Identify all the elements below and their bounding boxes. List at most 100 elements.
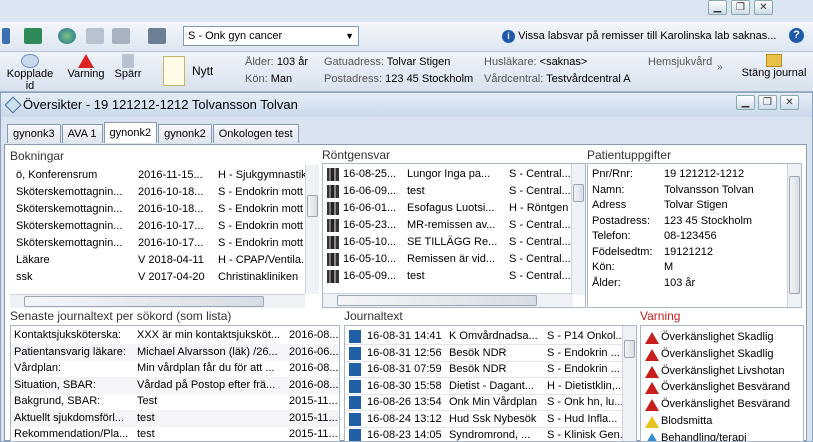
globe-icon[interactable]: [58, 28, 76, 44]
rontgen-enhet: S - Central...: [509, 270, 571, 282]
patient-info-row[interactable]: Ålder: 103 år: [588, 275, 788, 292]
bokning-row[interactable]: Sköterskemottagnin... 2016-10-17... S - En…: [10, 218, 305, 235]
rontgensvar-hscroll[interactable]: [323, 293, 573, 307]
varning-row[interactable]: !Behandling/terapi: [641, 430, 803, 441]
postadress-value: 123 45 Stockholm: [385, 73, 474, 85]
bokning-row[interactable]: Sköterskemottagnin... 2016-10-17... S - En…: [10, 235, 305, 252]
journaltext-lista-row[interactable]: Bakgrund, SBAR: Test 2015-11...: [11, 393, 339, 410]
patientuppgifter-vscroll[interactable]: [787, 164, 801, 307]
rontgensvar-row[interactable]: 16-05-10... SE TILLÄGG Re... S - Central..…: [323, 234, 573, 251]
varning-button[interactable]: Varning: [64, 54, 108, 80]
hemsjukvard-label: Hemsjukvård: [648, 56, 713, 68]
tab-ava1[interactable]: AVA 1: [61, 124, 103, 143]
bokning-row[interactable]: ssk V 2017-04-20 Christinakliniken: [10, 269, 305, 286]
bokning-row[interactable]: Läkare V 2018-04-11 H - CPAP/Ventila...: [10, 252, 306, 269]
patient-info-row[interactable]: Postadress: 123 45 Stockholm: [588, 213, 788, 230]
tab-gynonk2-active[interactable]: gynonk2: [103, 122, 158, 143]
computer-icon[interactable]: [148, 28, 166, 44]
help-button[interactable]: ?: [789, 28, 804, 43]
journaltext-lista-row[interactable]: Rekommendation/Pla... test 2015-11...: [11, 426, 339, 441]
window-minimize-button[interactable]: ▁: [736, 95, 755, 110]
restore-button[interactable]: ❐: [731, 0, 750, 15]
rontgensvar-row[interactable]: 16-06-01... Esofagus Luotsi... H - Röntgen: [323, 200, 573, 217]
window-controls: ▁ ❐ ✕: [708, 0, 773, 18]
varning-list: ! Överkänslighet Skadlig! Överkänslighet S…: [640, 325, 804, 442]
rontgensvar-vscroll[interactable]: [571, 164, 585, 295]
journaltext-row[interactable]: 16-08-31 07:59 Besök NDR S - Endokrin ...: [345, 361, 625, 378]
bokningar-vscroll[interactable]: [305, 165, 319, 294]
journaltext-row[interactable]: 16-08-26 13:54 Onk Min Vårdplan S - Onk hn…: [345, 394, 625, 411]
journal-rubrik: Dietist - Dagant...: [449, 379, 534, 392]
print-icon[interactable]: [112, 28, 130, 44]
journaltext-vscroll[interactable]: [622, 326, 636, 441]
kopplade-id-button[interactable]: Kopplade id: [2, 54, 58, 92]
rontgensvar-row[interactable]: 16-05-09... test S - Central...: [323, 268, 573, 285]
journal-datum: 16-08-26 13:54: [367, 396, 442, 408]
tab-gynonk2[interactable]: gynonk2: [158, 124, 212, 143]
clinic-select[interactable]: S - Onk gyn cancer ▼: [183, 26, 359, 46]
journal-datum: 16-08-31 07:59: [367, 363, 442, 375]
tab-onkologen-test[interactable]: Onkologen test: [212, 124, 299, 143]
journaltext-row[interactable]: 16-08-30 15:58 Dietist - Dagant... H - Die…: [345, 378, 625, 395]
tab-gynonk3[interactable]: gynonk3: [7, 124, 61, 143]
person-icon[interactable]: [24, 28, 42, 44]
xray-icon: [327, 185, 339, 198]
lock-icon: [122, 54, 134, 68]
new-note-icon[interactable]: [163, 56, 185, 86]
rontgensvar-row[interactable]: 16-05-23... MR-remissen av... S - Central.…: [323, 217, 573, 234]
journaltext-row[interactable]: 16-08-23 14:05 Syndromrond, ... S - Klinis…: [345, 427, 627, 441]
journaltext-lista-row[interactable]: Aktuellt sjukdomsförl... test 2015-11...: [11, 409, 339, 427]
tab-content: Bokningar ö, Konferensrum 2016-11-15... H …: [4, 144, 807, 442]
journal-icon: [349, 363, 361, 376]
varning-row[interactable]: ! Överkänslighet Besvärand: [641, 396, 803, 413]
rontgensvar-row[interactable]: 16-05-10... Remissen är vid... S - Central…: [323, 251, 573, 268]
patient-info-row[interactable]: Telefon: 08-123456: [588, 228, 788, 245]
expand-chevron-icon[interactable]: »: [717, 62, 723, 73]
folder-icon: [766, 54, 782, 67]
varning-label: Blodsmitta: [661, 415, 713, 427]
journaltext-lista-row[interactable]: Situation, SBAR: Vårdad på Postop efter f…: [11, 376, 339, 394]
nytt-button[interactable]: Nytt: [192, 64, 213, 78]
patient-info-row[interactable]: Adress Tolvar Stigen: [588, 197, 788, 214]
minimize-button[interactable]: ▁: [708, 0, 727, 15]
rontgensvar-row[interactable]: 16-06-09... test S - Central...: [323, 183, 573, 200]
varning-row[interactable]: ! Överkänslighet Skadlig: [641, 346, 803, 363]
sparr-button[interactable]: Spärr: [110, 54, 146, 80]
patient-info-value: Tolvansson Tolvan: [664, 183, 754, 196]
bokningar-hscroll[interactable]: [10, 294, 305, 308]
varning-row[interactable]: ! Överkänslighet Livshotan: [641, 363, 803, 380]
patient-info-label: Födelsedtm:: [592, 245, 653, 258]
patientuppgifter-panel: Pnr/Rnr: 19 121212-1212 Namn: Tolvansson To…: [587, 163, 802, 308]
info-message[interactable]: i Vissa labsvar på remisser till Karolin…: [502, 27, 802, 45]
patient-info-row[interactable]: Kön: M: [588, 259, 788, 276]
journaltext-lista-row[interactable]: Kontaktsjuksköterska: XXX är min kontakts…: [11, 327, 339, 344]
journaltext-lista-row[interactable]: Vårdplan: Min vårdplan får du för att ...…: [11, 360, 339, 377]
bokning-row[interactable]: Sköterskemottagnin... 2016-10-18... S - En…: [10, 184, 305, 201]
patient-info-label: Postadress:: [592, 214, 651, 227]
alder-label: Ålder:: [245, 56, 274, 68]
stang-journal-button[interactable]: Stäng journal: [738, 54, 810, 79]
bokning-row[interactable]: Sköterskemottagnin... 2016-10-18... S - En…: [10, 201, 305, 218]
journaltext-lista-row[interactable]: Patientansvarig läkare: Michael Alvarsson…: [11, 343, 339, 361]
window-restore-button[interactable]: ❐: [758, 95, 777, 110]
patient-info-row[interactable]: Namn: Tolvansson Tolvan: [588, 182, 788, 199]
rontgensvar-row[interactable]: 16-08-25... Lungor Inga pa... S - Central.…: [323, 166, 573, 183]
rontgen-enhet: S - Central...: [509, 168, 571, 180]
info-message-text: Vissa labsvar på remisser till Karolinsk…: [518, 30, 777, 42]
varning-row[interactable]: ! Överkänslighet Besvärand: [641, 379, 803, 396]
bokning-datum: 2016-10-17...: [138, 220, 204, 232]
patient-info-row[interactable]: Födelsedtm: 19121212: [588, 244, 788, 261]
close-button[interactable]: ✕: [754, 0, 773, 15]
journaltext-row[interactable]: 16-08-31 14:41 K Omvårdnadsa... S - P14 On…: [345, 328, 625, 345]
journaltext-row[interactable]: 16-08-31 12:56 Besök NDR S - Endokrin ...: [345, 345, 625, 362]
window-add-icon[interactable]: [86, 28, 104, 44]
patient-info-label: Adress: [592, 199, 627, 211]
varning-row[interactable]: ! Blodsmitta: [641, 413, 803, 430]
bokning-row[interactable]: ö, Konferensrum 2016-11-15... H - Sjukgymn…: [10, 167, 306, 184]
patient-info-row[interactable]: Pnr/Rnr: 19 121212-1212: [588, 166, 788, 183]
window-close-button[interactable]: ✕: [780, 95, 799, 110]
journaltext-row[interactable]: 16-08-24 13:12 Hud Ssk Nybesök S - Hud Inf…: [345, 411, 625, 428]
varning-row[interactable]: ! Överkänslighet Skadlig: [641, 329, 803, 346]
nav-icon[interactable]: [2, 28, 10, 44]
kopplade-id-label: Kopplade id: [6, 68, 54, 92]
